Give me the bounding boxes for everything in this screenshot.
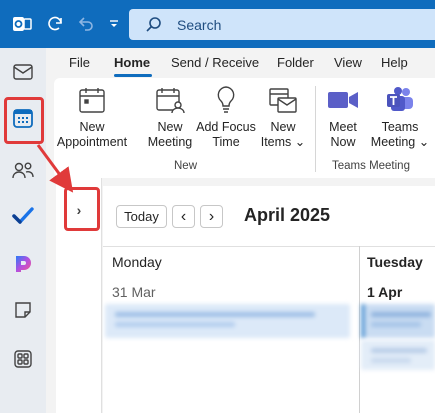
annotation-arrow bbox=[36, 144, 74, 193]
